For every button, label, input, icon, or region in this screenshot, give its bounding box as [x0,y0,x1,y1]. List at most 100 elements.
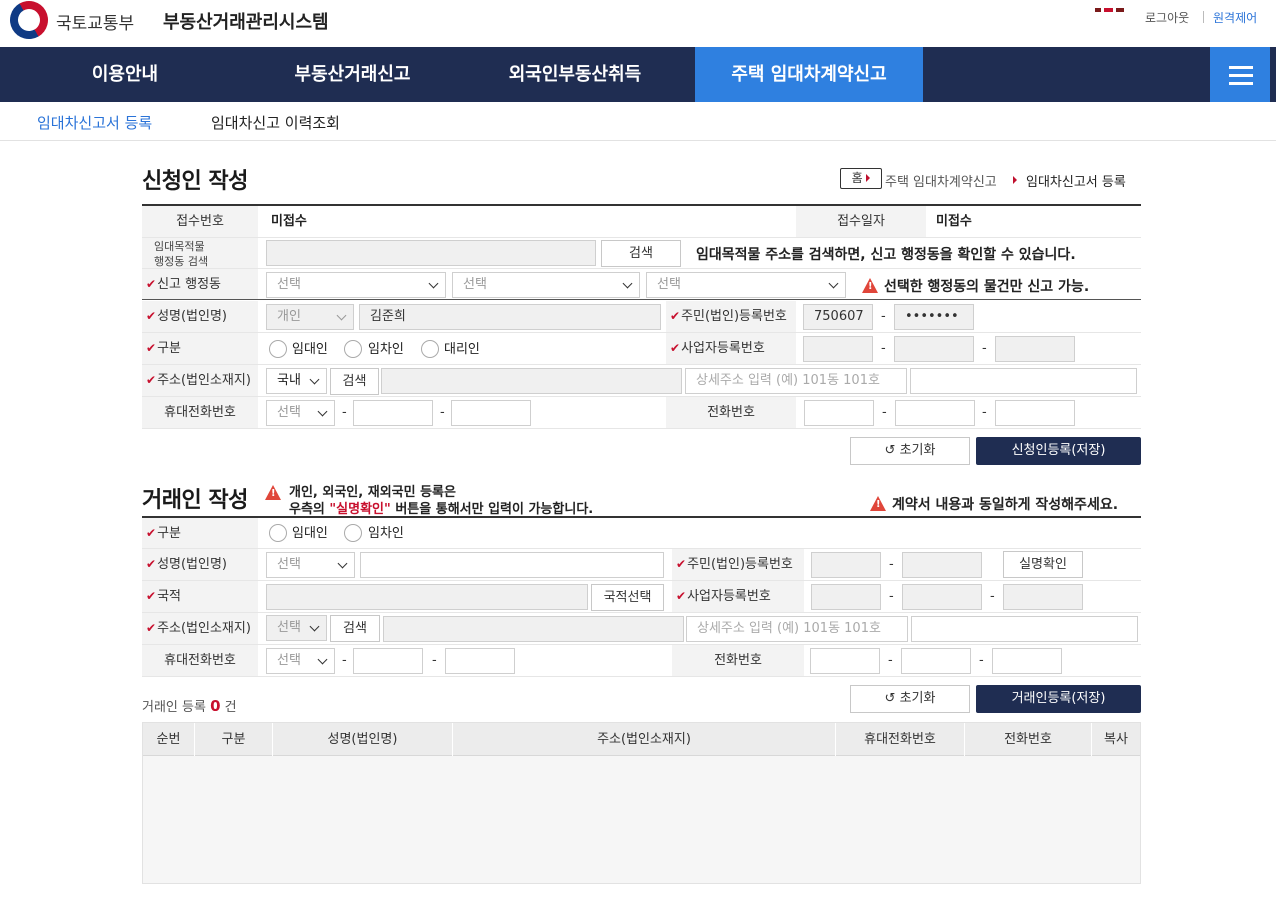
district-select-2[interactable]: 선택 [452,272,640,298]
mobile-last-input[interactable] [451,400,531,426]
menu-icon[interactable] [1210,47,1270,102]
phone-label: 전화번호 [666,397,796,428]
system-title[interactable]: 부동산거래관리시스템 [163,8,329,34]
remote-control-link[interactable]: 원격제어 [1213,9,1257,26]
party-phone-middle-input[interactable] [901,648,971,674]
bizno-input-3 [995,336,1075,362]
verify-name-button[interactable]: 실명확인 [1003,551,1083,578]
col-name: 성명(법인명) [273,723,453,756]
dash: - [982,341,987,356]
dash: - [990,589,995,604]
party-save-button[interactable]: 거래인등록(저장) [976,685,1141,713]
party-phone-area-input[interactable] [810,648,880,674]
party-person-type-select[interactable]: 선택 [266,552,355,578]
logout-link[interactable]: 로그아웃 [1145,9,1189,26]
nav-item-guide[interactable]: 이용안내 [0,47,250,102]
rrn-back-input: ••••••• [894,304,974,330]
phone-middle-input[interactable] [895,400,975,426]
select-nationality-button[interactable]: 국적선택 [591,584,664,611]
name-input: 김준희 [359,304,661,330]
party-name-input[interactable] [360,552,664,578]
radio-lessee-label: 임차인 [368,342,404,357]
col-address: 주소(법인소재지) [453,723,836,756]
radio-lessee[interactable] [344,340,362,358]
party-phone-last-input[interactable] [992,648,1062,674]
main-nav: 이용안내 부동산거래신고 외국인부동산취득 주택 임대차계약신고 [0,47,1276,102]
row-divider [142,428,1141,429]
row-divider [142,237,1141,238]
party-reset-button[interactable]: ↺ 초기화 [850,685,970,713]
col-type: 구분 [195,723,273,756]
party-radio-lessor-label: 임대인 [292,526,328,541]
party-section-title: 거래인 작성 [142,488,248,513]
bizno-input-1 [803,336,873,362]
receipt-date-label: 접수일자 [796,206,926,237]
breadcrumb-level1[interactable]: 주택 임대차계약신고 [885,171,997,190]
receipt-no-value: 미접수 [271,214,307,229]
nav-item-realestate-report[interactable]: 부동산거래신고 [250,47,455,102]
receipt-date-value: 미접수 [936,214,972,229]
phone-last-input[interactable] [995,400,1075,426]
nav-item-lease-report[interactable]: 주택 임대차계약신고 [695,47,923,102]
party-address-detail-input[interactable]: 상세주소 입력 (예) 101동 101호 [686,616,908,642]
applicant-reset-button[interactable]: ↺ 초기화 [850,437,970,465]
ministry-logo-icon [3,0,55,46]
subnav-item-history[interactable]: 임대차신고 이력조회 [211,112,340,133]
party-note-right: 계약서 내용과 동일하게 작성해주세요. [870,494,1118,514]
dash: - [888,653,893,668]
party-radio-lessee-label: 임차인 [368,526,404,541]
search-button[interactable]: 검색 [601,240,681,267]
warning-icon [870,496,886,511]
nationality-input [266,584,588,610]
mobile-prefix-select[interactable]: 선택 [266,400,335,426]
applicant-save-button[interactable]: 신청인등록(저장) [976,437,1141,465]
address-extra-input[interactable] [910,368,1137,394]
row-divider [142,396,1141,397]
party-radio-lessor[interactable] [269,524,287,542]
party-count: 거래인 등록 0 건 [142,697,237,715]
row-divider [142,299,1141,300]
subnav-item-register[interactable]: 임대차신고서 등록 [37,112,152,133]
district-note: 선택한 행정동의 물건만 신고 가능. [862,276,1089,296]
district-select-3[interactable]: 선택 [646,272,846,298]
divider [1203,11,1204,23]
dash: - [881,309,886,324]
phone-area-input[interactable] [804,400,874,426]
radio-lessor[interactable] [269,340,287,358]
party-address-search-button[interactable]: 검색 [330,615,380,642]
mobile-label: 휴대전화번호 [142,397,258,428]
party-mobile-label: 휴대전화번호 [142,645,258,676]
party-mobile-prefix-select[interactable]: 선택 [266,648,335,674]
bizno-input-2 [894,336,974,362]
dash: - [889,589,894,604]
top-bar: 국토교통부 부동산거래관리시스템 로그아웃 원격제어 [0,0,1276,47]
party-mobile-last-input[interactable] [445,648,515,674]
address-domestic-select[interactable]: 국내 [266,368,327,394]
party-rrn-back-input [902,552,982,578]
nav-item-foreigner-acquisition[interactable]: 외국인부동산취득 [455,47,695,102]
party-bizno-input-2 [902,584,982,610]
party-rrn-front-input [811,552,881,578]
party-address-input [383,616,684,642]
district-select-1[interactable]: 선택 [266,272,446,298]
party-type-label: ✔구분 [142,518,258,549]
party-warning-icon [265,485,287,502]
address-search-button[interactable]: 검색 [330,368,379,395]
party-address-domestic-select: 선택 [266,615,327,641]
party-mobile-middle-input[interactable] [353,648,423,674]
party-address-extra-input[interactable] [911,616,1138,642]
breadcrumb-home[interactable]: 홈 [840,168,882,189]
address-detail-input[interactable]: 상세주소 입력 (예) 101동 101호 [685,368,907,394]
mobile-middle-input[interactable] [353,400,433,426]
dash: - [889,557,894,572]
row-divider [142,580,1141,581]
ministry-name: 국토교통부 [56,14,135,34]
party-radio-lessee[interactable] [344,524,362,542]
type-label: ✔구분 [142,333,258,364]
search-note: 임대목적물 주소를 검색하면, 신고 행정동을 확인할 수 있습니다. [696,247,1076,263]
radio-agent-label: 대리인 [444,342,480,357]
applicant-section-title: 신청인 작성 [142,169,248,194]
radio-agent[interactable] [421,340,439,358]
party-count-value: 0 [210,697,221,715]
rrn-label: ✔주민(법인)등록번호 [666,301,796,332]
